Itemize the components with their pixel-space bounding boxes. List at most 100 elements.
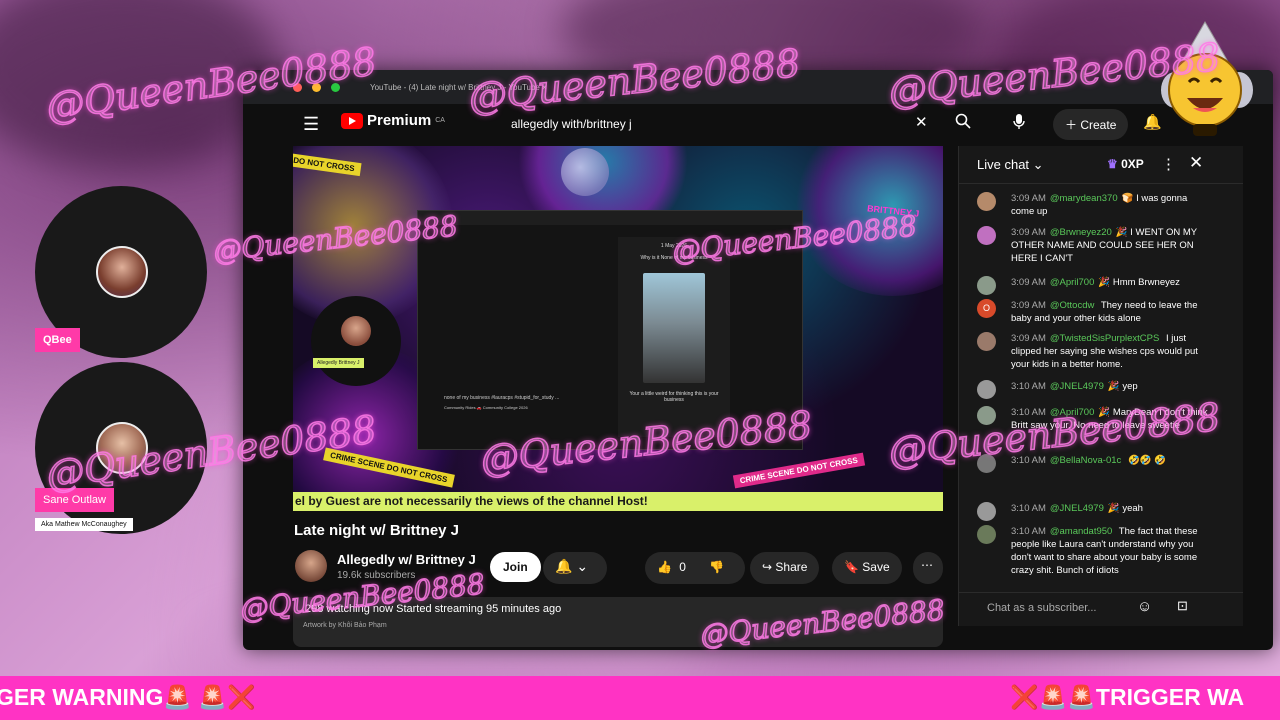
channel-name[interactable]: Allegedly w/ Brittney J (337, 552, 476, 567)
thumbs-up-icon[interactable]: 👍 (657, 560, 672, 574)
youtube-play-icon (341, 112, 363, 129)
short-channel: Community Rides 🚗 Community College 2026 (444, 405, 528, 410)
create-button[interactable]: ＋ Create (1053, 109, 1129, 140)
chat-message: 3:10 AM @BellaNova-01c 🤣🤣 🤣 (977, 454, 1212, 473)
chevron-down-icon: ⌄ (1032, 157, 1044, 172)
more-options-icon[interactable]: ⋮ (1161, 155, 1176, 173)
clear-search-icon[interactable]: ✕ (915, 113, 928, 131)
avatar (977, 226, 996, 245)
bookmark-icon: 🔖 (844, 560, 863, 574)
plasma-burst (793, 146, 943, 296)
shared-screen-bar (418, 211, 802, 225)
avatar (977, 192, 996, 211)
plus-icon: ＋ (1065, 118, 1081, 132)
watching-status: 298 watching now Started streaming 95 mi… (305, 603, 562, 615)
subscription-bell-button[interactable]: 🔔 ⌄ (543, 552, 607, 584)
save-label: Save (862, 560, 890, 574)
chat-message: 3:09 AM @marydean370 🍞 I was gonna come up (977, 192, 1212, 218)
xp-badge[interactable]: ♛ 0XP (1107, 157, 1144, 171)
cam-label-qbee: QBee (35, 328, 80, 352)
share-label: Share (775, 560, 808, 574)
minimize-window-dot[interactable] (312, 82, 321, 92)
avatar (96, 422, 148, 474)
shared-screen: 1 May 2026 Why is it None of my business… (417, 210, 803, 450)
channel-avatar[interactable] (295, 550, 327, 582)
live-chat-panel: Live chat ⌄ ♛ 0XP ⋮ ✕ 3:09 AM @marydean37… (958, 146, 1243, 626)
avatar (977, 380, 996, 399)
artwork-credit: Artwork by Khôi Bảo Phạm (303, 622, 387, 629)
cam-label-sane-outlaw: Sane Outlaw (35, 488, 114, 512)
avatar: O (977, 299, 996, 318)
avatar (977, 454, 996, 473)
browser-window: YouTube - (4) Late night w/ Brittney J -… (243, 70, 1273, 650)
share-icon: ↪ (762, 560, 776, 574)
avatar (977, 502, 996, 521)
crown-icon: ♛ (1107, 157, 1118, 171)
search-icon[interactable] (955, 113, 971, 133)
bee-mascot-icon (1161, 21, 1253, 136)
video-title: Late night w/ Brittney J (294, 522, 460, 539)
avatar (977, 406, 996, 425)
chat-message: 3:10 AM @JNEL4979 🎉 yeah (977, 502, 1212, 521)
crime-tape: CRIME SCENE DO NOT CROSS (732, 452, 865, 489)
short-date: 1 May 2026 (660, 243, 688, 249)
banner-text-right: ❌🚨🚨TRIGGER WA (1010, 684, 1245, 710)
chat-message: 3:10 AM @JNEL4979 🎉 yep (977, 380, 1212, 399)
browser-tab-bar: YouTube - (4) Late night w/ Brittney J -… (243, 70, 1273, 104)
chat-message: 3:10 AM @April700 🎉 MaryDean I don't think… (977, 406, 1212, 432)
banner-text-left: GER WARNING🚨 🚨❌ (0, 684, 256, 710)
video-player[interactable]: DO NOT CROSS CRIME SCENE DO NOT CROSS CR… (293, 146, 943, 511)
moon (561, 148, 609, 196)
microphone-icon[interactable] (1013, 113, 1025, 134)
search-input[interactable]: allegedly with/brittney j (511, 112, 941, 138)
share-button[interactable]: ↪ Share (750, 552, 820, 584)
short-description: none of my business #lauracps #stupid_fo… (444, 395, 560, 401)
avatar (977, 332, 996, 351)
thumbs-down-icon[interactable]: 👎 (709, 560, 724, 574)
chat-message: 3:09 AM @April700 🎉 Hmm Brwneyez (977, 276, 1212, 295)
browser-tab[interactable]: YouTube - (4) Late night w/ Brittney J -… (370, 83, 547, 92)
close-window-dot[interactable] (293, 82, 302, 92)
youtube-logo[interactable]: Premium CA (341, 112, 445, 129)
avatar (96, 246, 148, 298)
more-actions-button[interactable]: ⋯ (913, 552, 943, 584)
guest-cam-tag: Allegedly Brittney J (313, 358, 364, 368)
description-box[interactable]: 298 watching now Started streaming 95 mi… (293, 597, 943, 647)
menu-icon[interactable]: ☰ (303, 114, 319, 135)
guest-webcam-circle (311, 296, 401, 386)
join-button[interactable]: Join (490, 552, 541, 582)
cam-sublabel: Aka Mathew McConaughey (35, 518, 133, 531)
logo-text: Premium (367, 112, 432, 129)
chat-message: 3:10 AM @amandat950 The fact that these p… (977, 525, 1212, 577)
disclaimer-ticker: el by Guest are not necessarily the view… (293, 492, 943, 511)
like-dislike-group: 👍 0 👎 (645, 552, 745, 584)
car-interior-image (643, 273, 705, 383)
create-label: Create (1080, 118, 1117, 132)
subscriber-count: 19.6k subscribers (337, 570, 416, 581)
short-caption: Your a little weird for thinking this is… (629, 391, 719, 403)
super-chat-icon[interactable]: ⊡ (1177, 598, 1188, 614)
close-chat-icon[interactable]: ✕ (1189, 153, 1203, 173)
like-count: 0 (679, 560, 686, 574)
youtube-header: ☰ Premium CA allegedly with/brittney j ✕… (243, 104, 1273, 144)
trigger-warning-banner: GER WARNING🚨 🚨❌ ❌🚨🚨TRIGGER WA (0, 676, 1280, 720)
chat-message: O 3:09 AM @Ottocdw They need to leave the… (977, 299, 1212, 325)
logo-region: CA (435, 117, 445, 124)
bell-icon: 🔔 (555, 558, 573, 574)
shared-short-panel: 1 May 2026 Why is it None of my business… (618, 237, 730, 437)
maximize-window-dot[interactable] (331, 82, 340, 92)
avatar (977, 276, 996, 295)
chevron-down-icon: ⌄ (576, 558, 589, 574)
emoji-icon[interactable]: ☺ (1137, 598, 1152, 615)
background-smoke (0, 0, 280, 170)
live-chat-header: Live chat ⌄ ♛ 0XP ⋮ ✕ (959, 146, 1243, 184)
chat-message: 3:09 AM @Brwneyez20 🎉 I WENT ON MY OTHER N… (977, 226, 1212, 265)
live-chat-title: Live chat (977, 157, 1030, 172)
short-question: Why is it None of my business (640, 255, 708, 261)
live-chat-dropdown[interactable]: Live chat ⌄ (977, 157, 1044, 173)
avatar (341, 316, 371, 346)
save-button[interactable]: 🔖 Save (832, 552, 902, 584)
chat-input[interactable]: Chat as a subscriber... (959, 592, 1243, 624)
chat-message: 3:09 AM @TwistedSisPurplextCPS I just cli… (977, 332, 1212, 371)
xp-value: 0XP (1121, 157, 1144, 171)
